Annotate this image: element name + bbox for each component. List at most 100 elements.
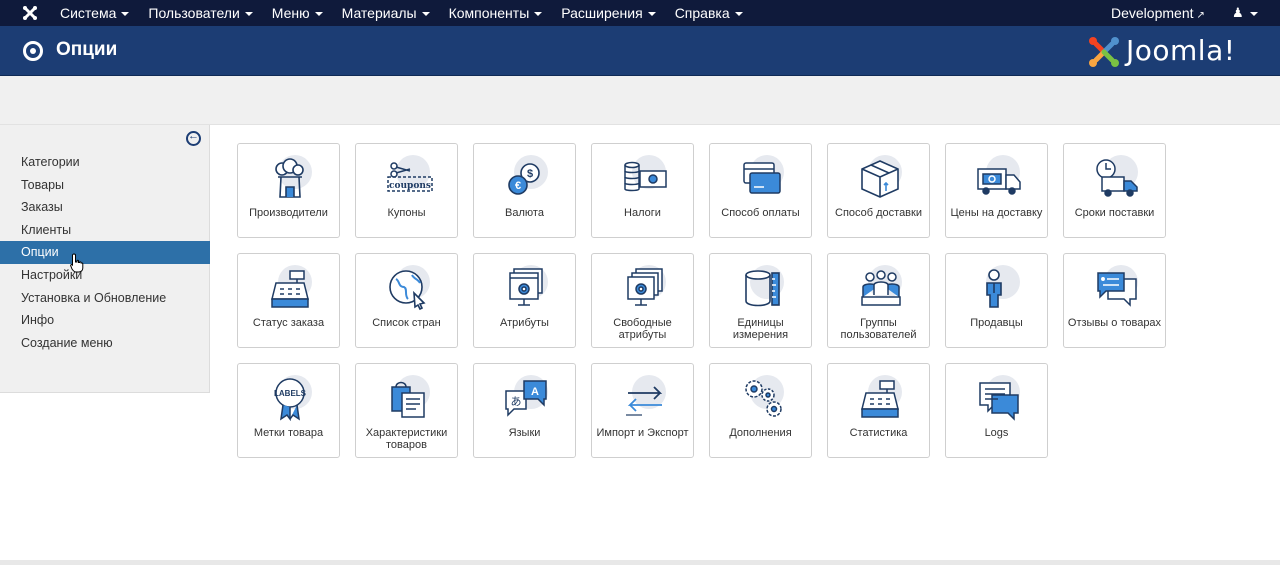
tile-user-groups[interactable]: Группы пользователей bbox=[827, 253, 930, 348]
labels-icon-text: LABELS bbox=[274, 389, 307, 398]
menu-label: Пользователи bbox=[148, 5, 240, 21]
tile-statistics[interactable]: Статистика bbox=[827, 363, 930, 458]
sidebar-item-products[interactable]: Товары bbox=[0, 174, 210, 197]
seller-icon bbox=[972, 265, 1022, 309]
tile-label: Продавцы bbox=[970, 317, 1023, 329]
attributes-icon bbox=[500, 265, 550, 309]
measure-units-icon bbox=[736, 265, 786, 309]
tile-label: Языки bbox=[508, 427, 541, 439]
tile-label: Производители bbox=[249, 207, 328, 219]
joomla-logo-icon bbox=[1089, 37, 1119, 67]
tile-product-reviews[interactable]: Отзывы о товарах bbox=[1063, 253, 1166, 348]
tile-sellers[interactable]: Продавцы bbox=[945, 253, 1048, 348]
menu-content[interactable]: Материалы bbox=[342, 0, 430, 26]
sidebar-item-options[interactable]: Опции bbox=[0, 241, 210, 264]
user-icon: ♟ bbox=[1232, 5, 1244, 20]
tile-label: Отзывы о товарах bbox=[1067, 317, 1162, 329]
menu-label: Справка bbox=[674, 5, 730, 21]
tile-label: Характеристики товаров bbox=[365, 427, 448, 451]
tile-import-export[interactable]: Импорт и Экспорт bbox=[591, 363, 694, 458]
tile-manufacturers[interactable]: Производители bbox=[237, 143, 340, 238]
tile-label: Статус заказа bbox=[252, 317, 325, 329]
globe-icon bbox=[382, 265, 432, 311]
tile-label: Купоны bbox=[387, 207, 426, 219]
sidebar: Категории Товары Заказы Клиенты Опции На… bbox=[0, 125, 210, 393]
tile-order-status[interactable]: Статус заказа bbox=[237, 253, 340, 348]
tile-addons[interactable]: Дополнения bbox=[709, 363, 812, 458]
menu-system[interactable]: Система bbox=[60, 0, 130, 26]
tile-logs[interactable]: Logs bbox=[945, 363, 1048, 458]
tile-coupons[interactable]: coupons Купоны bbox=[355, 143, 458, 238]
tile-label: Метки товара bbox=[253, 427, 324, 439]
currency-icon: $ € bbox=[500, 155, 550, 199]
tile-languages[interactable]: あA Языки bbox=[473, 363, 576, 458]
caret-down-icon bbox=[121, 12, 130, 17]
payment-card-icon bbox=[736, 155, 786, 199]
tile-country-list[interactable]: Список стран bbox=[355, 253, 458, 348]
free-attributes-icon bbox=[618, 265, 668, 309]
menu-users[interactable]: Пользователи bbox=[148, 0, 253, 26]
lang-icon-glyph-b: あ bbox=[511, 395, 522, 408]
coupon-icon-text: coupons bbox=[389, 181, 431, 191]
joomla-menu-icon[interactable] bbox=[21, 4, 39, 22]
joomla-logo-text: Joomla! bbox=[1126, 34, 1236, 67]
tile-attributes[interactable]: Атрибуты bbox=[473, 253, 576, 348]
caret-down-icon bbox=[314, 12, 323, 17]
tile-label: Свободные атрибуты bbox=[613, 317, 672, 341]
sidebar-item-info[interactable]: Инфо bbox=[0, 309, 210, 332]
statistics-icon bbox=[854, 375, 904, 419]
page-title: Опции bbox=[56, 39, 118, 60]
tax-icon bbox=[618, 155, 668, 199]
menu-extensions[interactable]: Расширения bbox=[561, 0, 656, 26]
menu-components[interactable]: Компоненты bbox=[449, 0, 543, 26]
tile-taxes[interactable]: Налоги bbox=[591, 143, 694, 238]
sidebar-item-menu-creation[interactable]: Создание меню bbox=[0, 332, 210, 355]
main-menu: Система Пользователи Меню Материалы Комп… bbox=[60, 0, 762, 26]
tile-payment-method[interactable]: Способ оплаты bbox=[709, 143, 812, 238]
tile-label: Атрибуты bbox=[500, 317, 549, 329]
page-header: Опции Joomla! bbox=[0, 26, 1280, 76]
addons-gears-icon bbox=[736, 375, 786, 419]
sidebar-item-categories[interactable]: Категории bbox=[0, 151, 210, 174]
tile-currency[interactable]: $ € Валюта bbox=[473, 143, 576, 238]
tile-label: Группы пользователей bbox=[840, 317, 917, 341]
menu-menus[interactable]: Меню bbox=[272, 0, 323, 26]
footer-strip bbox=[0, 560, 1280, 565]
collapse-sidebar-icon[interactable] bbox=[186, 130, 201, 146]
user-menu[interactable]: ♟ bbox=[1232, 0, 1258, 26]
caret-down-icon bbox=[734, 12, 743, 17]
caret-down-icon bbox=[647, 12, 656, 17]
sidebar-item-settings[interactable]: Настройки bbox=[0, 264, 210, 287]
tile-label: Logs bbox=[984, 427, 1009, 439]
labels-icon: LABELS bbox=[264, 375, 314, 421]
tile-label: Импорт и Экспорт bbox=[596, 427, 689, 439]
user-groups-icon bbox=[854, 265, 904, 309]
menu-help[interactable]: Справка bbox=[675, 0, 743, 26]
cash-register-icon bbox=[264, 265, 314, 309]
tile-product-features[interactable]: Характеристики товаров bbox=[355, 363, 458, 458]
sidebar-item-clients[interactable]: Клиенты bbox=[0, 219, 210, 242]
tile-product-labels[interactable]: LABELS Метки товара bbox=[237, 363, 340, 458]
sidebar-item-orders[interactable]: Заказы bbox=[0, 196, 210, 219]
menu-label: Меню bbox=[271, 5, 310, 21]
tile-label: Дополнения bbox=[729, 427, 792, 439]
caret-down-icon bbox=[244, 12, 253, 17]
site-link[interactable]: Development ↗ bbox=[1111, 0, 1205, 29]
tile-label: Сроки поставки bbox=[1074, 207, 1155, 219]
tile-label: Цены на доставку bbox=[950, 207, 1043, 219]
logs-icon bbox=[972, 375, 1022, 421]
tile-delivery-prices[interactable]: Цены на доставку bbox=[945, 143, 1048, 238]
coupon-icon: coupons bbox=[382, 155, 433, 199]
tile-delivery-method[interactable]: Способ доставки bbox=[827, 143, 930, 238]
tile-free-attributes[interactable]: Свободные атрибуты bbox=[591, 253, 694, 348]
tile-delivery-times[interactable]: Сроки поставки bbox=[1063, 143, 1166, 238]
tile-measure-units[interactable]: Единицы измерения bbox=[709, 253, 812, 348]
sidebar-item-install-update[interactable]: Установка и Обновление bbox=[0, 287, 210, 310]
toolbar bbox=[0, 76, 1280, 125]
delivery-truck-price-icon bbox=[972, 155, 1022, 199]
menu-label: Расширения bbox=[561, 5, 643, 21]
caret-down-icon bbox=[534, 12, 543, 17]
tile-label: Налоги bbox=[624, 207, 661, 219]
svg-text:$: $ bbox=[527, 168, 533, 180]
options-icon bbox=[23, 41, 43, 61]
